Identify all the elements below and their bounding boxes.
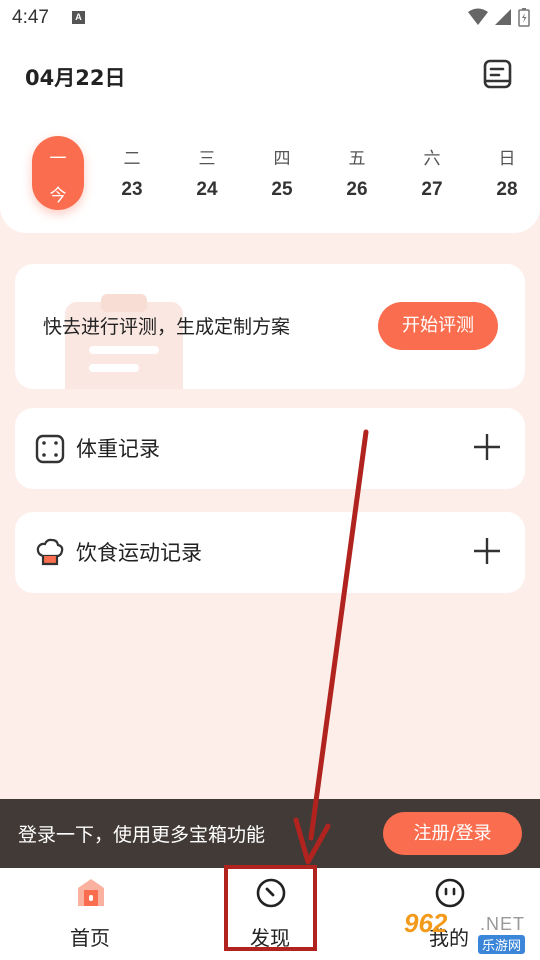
tab-home-label: 首页: [70, 926, 110, 950]
day-number: 今: [49, 186, 67, 205]
watermark-number: 962: [404, 908, 448, 938]
day-weekday: 一: [49, 149, 67, 169]
annotation-highlight-box: [224, 865, 317, 951]
wifi-icon: [468, 8, 488, 25]
battery-icon: [518, 8, 530, 27]
week-strip: 一 今 二 23 三 24 四 25 五 26 六 27 日 28: [0, 136, 540, 216]
add-diet-icon[interactable]: [472, 536, 502, 566]
day-number: 25: [271, 179, 293, 200]
watermark-site: 乐游网: [478, 935, 526, 954]
day-today[interactable]: 一 今: [32, 136, 84, 210]
add-weight-icon[interactable]: [472, 432, 502, 462]
day-weekday: 二: [123, 149, 141, 169]
day-number: 26: [346, 179, 368, 200]
day-sat[interactable]: 六 27: [406, 136, 458, 210]
day-wed[interactable]: 三 24: [181, 136, 233, 210]
diet-exercise-record-label: 饮食运动记录: [76, 541, 202, 565]
day-number: 24: [196, 179, 218, 200]
day-number: 23: [121, 179, 143, 200]
home-icon: [78, 879, 104, 906]
login-banner: 登录一下，使用更多宝箱功能 注册/登录: [0, 799, 540, 868]
calendar-panel: 04月22日 一 今 二 23 三 24 四 25 五 26 六 27 日 28: [0, 36, 540, 233]
assessment-prompt: 快去进行评测，生成定制方案: [43, 316, 291, 338]
day-weekday: 五: [348, 149, 366, 169]
current-date: 04月22日: [25, 66, 126, 90]
weight-record-label: 体重记录: [76, 437, 160, 461]
tab-home[interactable]: 首页: [30, 868, 150, 960]
notification-a-icon: A: [72, 11, 85, 24]
system-icons: [468, 7, 530, 27]
day-number: 27: [421, 179, 443, 200]
weight-record-row[interactable]: 体重记录: [15, 408, 525, 489]
scale-icon: [35, 434, 65, 464]
start-assessment-button[interactable]: 开始评测: [378, 302, 498, 350]
day-tue[interactable]: 二 23: [106, 136, 158, 210]
journal-icon[interactable]: [482, 58, 514, 90]
day-sun[interactable]: 日 28: [481, 136, 533, 210]
status-bar: 4:47 A: [0, 0, 540, 36]
chef-hat-icon: [36, 538, 64, 566]
day-number: 28: [496, 179, 518, 200]
assessment-card: 快去进行评测，生成定制方案 开始评测: [15, 264, 525, 389]
day-thu[interactable]: 四 25: [256, 136, 308, 210]
watermark-logo: 962 .NET 乐游网: [400, 906, 536, 956]
day-fri[interactable]: 五 26: [331, 136, 383, 210]
diet-exercise-record-row[interactable]: 饮食运动记录: [15, 512, 525, 593]
day-weekday: 三: [198, 149, 216, 169]
watermark-domain: .NET: [480, 914, 526, 934]
clipboard-illustration-icon: [65, 294, 183, 389]
login-banner-message: 登录一下，使用更多宝箱功能: [18, 824, 266, 846]
signal-icon: [495, 9, 511, 25]
day-weekday: 六: [423, 149, 441, 169]
register-login-button[interactable]: 注册/登录: [383, 812, 522, 855]
day-weekday: 四: [273, 149, 291, 169]
face-icon: [435, 878, 465, 908]
status-time: 4:47: [12, 7, 49, 28]
day-weekday: 日: [498, 149, 516, 169]
